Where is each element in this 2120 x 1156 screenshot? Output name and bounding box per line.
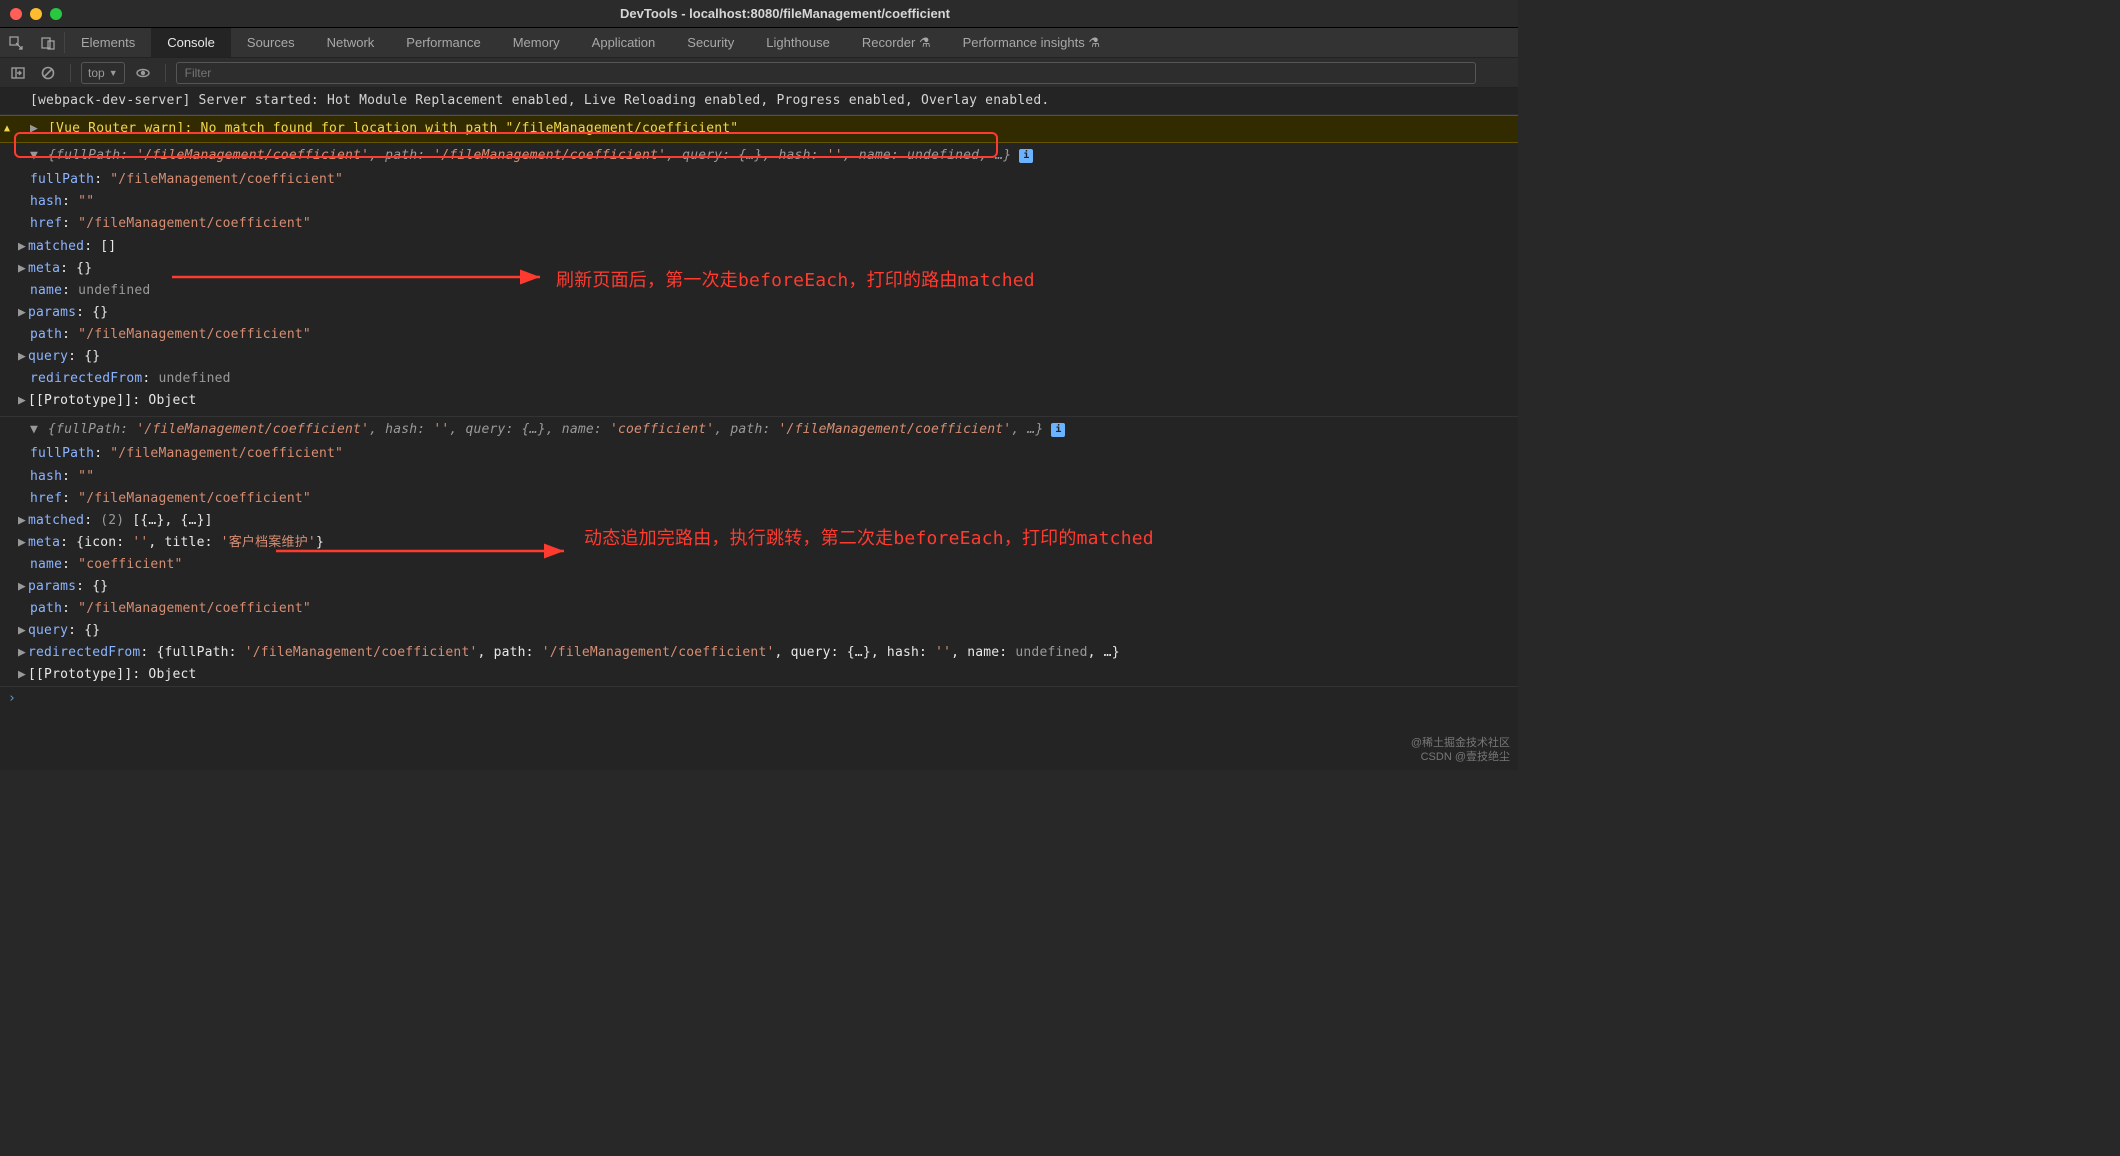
chevron-down-icon: ▼ [109, 68, 118, 78]
clear-console-icon[interactable] [36, 61, 60, 85]
traffic-lights [10, 8, 62, 20]
tab-sources[interactable]: Sources [231, 28, 311, 57]
disclosure-triangle-icon[interactable]: ▶ [30, 118, 40, 140]
disclosure-triangle-icon[interactable]: ▼ [30, 145, 40, 167]
tab-network[interactable]: Network [311, 28, 391, 57]
maximize-window-button[interactable] [50, 8, 62, 20]
console-prompt[interactable]: › [0, 686, 1518, 710]
annotation-text: 动态追加完路由，执行跳转，第二次走beforeEach，打印的matched [584, 524, 1154, 550]
log-warning[interactable]: ▶ [Vue Router warn]: No match found for … [0, 115, 1518, 143]
log-object[interactable]: ▼ {fullPath: '/fileManagement/coefficien… [0, 417, 1518, 443]
console-sidebar-toggle-icon[interactable] [6, 61, 30, 85]
tab-recorder[interactable]: Recorder ⚗ [846, 28, 947, 57]
info-badge-icon[interactable]: i [1019, 149, 1033, 163]
tab-lighthouse[interactable]: Lighthouse [750, 28, 846, 57]
context-label: top [88, 66, 105, 80]
window-title: DevTools - localhost:8080/fileManagement… [62, 6, 1508, 21]
tab-memory[interactable]: Memory [497, 28, 576, 57]
watermark: @稀土掘金技术社区 CSDN @壹技绝尘 [1411, 736, 1510, 765]
devtools-tabs: Elements Console Sources Network Perform… [0, 28, 1518, 58]
console-toolbar: top ▼ [0, 58, 1518, 88]
tab-security[interactable]: Security [671, 28, 750, 57]
tab-elements[interactable]: Elements [65, 28, 151, 57]
info-badge-icon[interactable]: i [1051, 423, 1065, 437]
filter-input[interactable] [176, 62, 1476, 84]
window-titlebar: DevTools - localhost:8080/fileManagement… [0, 0, 1518, 28]
live-expression-icon[interactable] [131, 61, 155, 85]
tab-performance[interactable]: Performance [390, 28, 496, 57]
device-toolbar-icon[interactable] [32, 28, 64, 57]
minimize-window-button[interactable] [30, 8, 42, 20]
object-property[interactable]: fullPath: "/fileManagement/coefficient" … [0, 443, 1518, 686]
inspect-element-icon[interactable] [0, 28, 32, 57]
log-object[interactable]: ▼ {fullPath: '/fileManagement/coefficien… [0, 143, 1518, 169]
annotation-text: 刷新页面后，第一次走beforeEach，打印的路由matched [556, 266, 1035, 292]
close-window-button[interactable] [10, 8, 22, 20]
log-message[interactable]: [webpack-dev-server] Server started: Hot… [0, 88, 1518, 115]
tab-console[interactable]: Console [151, 28, 231, 57]
execution-context-select[interactable]: top ▼ [81, 62, 125, 84]
disclosure-triangle-icon[interactable]: ▼ [30, 419, 40, 441]
tab-application[interactable]: Application [576, 28, 672, 57]
tab-performance-insights[interactable]: Performance insights ⚗ [947, 28, 1116, 57]
console-output: [webpack-dev-server] Server started: Hot… [0, 88, 1518, 770]
